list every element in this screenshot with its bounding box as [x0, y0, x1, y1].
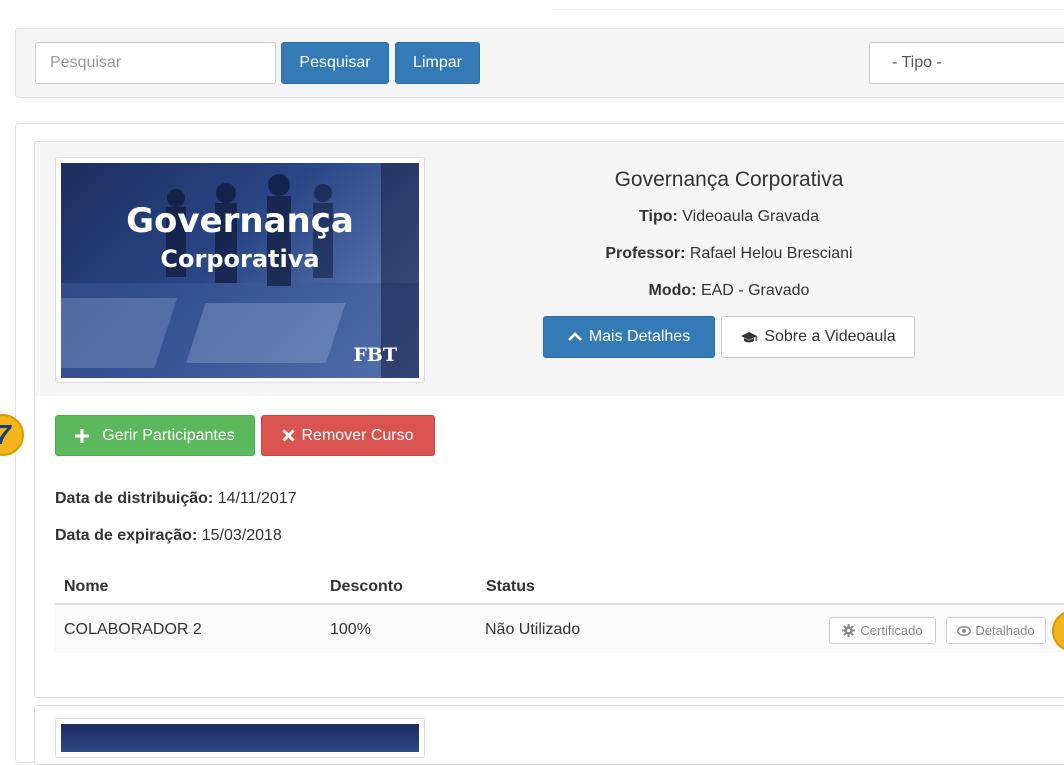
next-course-thumbnail — [55, 718, 425, 758]
detailed-button[interactable]: Detalhado — [946, 617, 1046, 644]
clear-button[interactable]: Limpar — [395, 42, 480, 84]
thumbnail-title-line1: Governança — [126, 201, 354, 241]
course-professor: Professor: Rafael Helou Bresciani — [487, 245, 971, 263]
expiration-date-value: 15/03/2018 — [197, 527, 282, 544]
about-videoaula-label: Sobre a Videoaula — [764, 328, 896, 345]
distribution-date-label: Data de distribuição: — [55, 490, 214, 507]
close-icon — [282, 429, 296, 442]
course-title: Governança Corporativa — [614, 168, 844, 191]
certificate-label: Certificado — [860, 623, 923, 638]
participants-table-header: Nome Desconto Status — [54, 571, 1064, 605]
type-select[interactable]: - Tipo - ▼ — [869, 42, 1064, 84]
thumbnail-title-line2: Corporativa — [160, 245, 320, 273]
table-row: COLABORADOR 2 100% Não Utilizado Certifi… — [54, 607, 1064, 653]
next-course-card — [34, 705, 1064, 765]
search-toolbar: Pesquisar Limpar - Tipo - ▼ — [15, 28, 1064, 98]
more-details-label: Mais Detalhes — [588, 328, 691, 345]
course-type-value: Videoaula Gravada — [677, 208, 819, 225]
certificate-button[interactable]: Certificado — [829, 617, 936, 644]
course-professor-label: Professor: — [605, 245, 686, 262]
chevron-up-icon — [567, 332, 582, 341]
course-card-header: Governança Corporativa FBT Governança Co… — [35, 142, 1064, 396]
manage-participants-button[interactable]: Gerir Participantes — [55, 415, 255, 456]
remove-course-label: Remover Curso — [301, 426, 414, 444]
search-button[interactable]: Pesquisar — [281, 42, 389, 84]
remove-course-button[interactable]: Remover Curso — [261, 415, 435, 456]
course-thumbnail: Governança Corporativa FBT — [55, 157, 425, 383]
course-mode-value: EAD - Gravado — [696, 282, 810, 299]
distribution-date-value: 14/11/2017 — [213, 490, 297, 507]
expiration-date-label: Data de expiração: — [55, 527, 198, 544]
top-divider — [552, 0, 1064, 10]
type-select-value: - Tipo - — [892, 54, 942, 71]
gear-icon — [842, 624, 856, 637]
about-videoaula-button[interactable]: Sobre a Videoaula — [721, 316, 915, 358]
course-type: Tipo: Videoaula Gravada — [487, 208, 971, 226]
more-details-button[interactable]: Mais Detalhes — [543, 316, 715, 358]
search-input[interactable] — [35, 42, 276, 84]
expiration-date: Data de expiração: 15/03/2018 — [55, 527, 282, 545]
column-header-status: Status — [486, 578, 535, 595]
participant-status: Não Utilizado — [485, 621, 581, 638]
course-professor-value: Rafael Helou Bresciani — [685, 245, 853, 262]
participant-discount: 100% — [330, 621, 371, 638]
thumbnail-brand-logo: FBT — [353, 344, 397, 366]
detailed-label: Detalhado — [975, 623, 1035, 638]
course-type-label: Tipo: — [639, 208, 678, 225]
distribution-date: Data de distribuição: 14/11/2017 — [55, 490, 297, 508]
graduation-cap-icon — [741, 331, 758, 342]
course-thumbnail-image: Governança Corporativa FBT — [61, 163, 419, 378]
participant-name: COLABORADOR 2 — [64, 621, 202, 638]
eye-icon — [957, 625, 972, 636]
plus-icon — [75, 428, 90, 443]
manage-participants-label: Gerir Participantes — [102, 426, 235, 444]
column-header-name: Nome — [64, 578, 109, 595]
course-mode: Modo: EAD - Gravado — [487, 282, 971, 300]
column-header-discount: Desconto — [330, 578, 403, 595]
course-mode-label: Modo: — [648, 282, 697, 299]
